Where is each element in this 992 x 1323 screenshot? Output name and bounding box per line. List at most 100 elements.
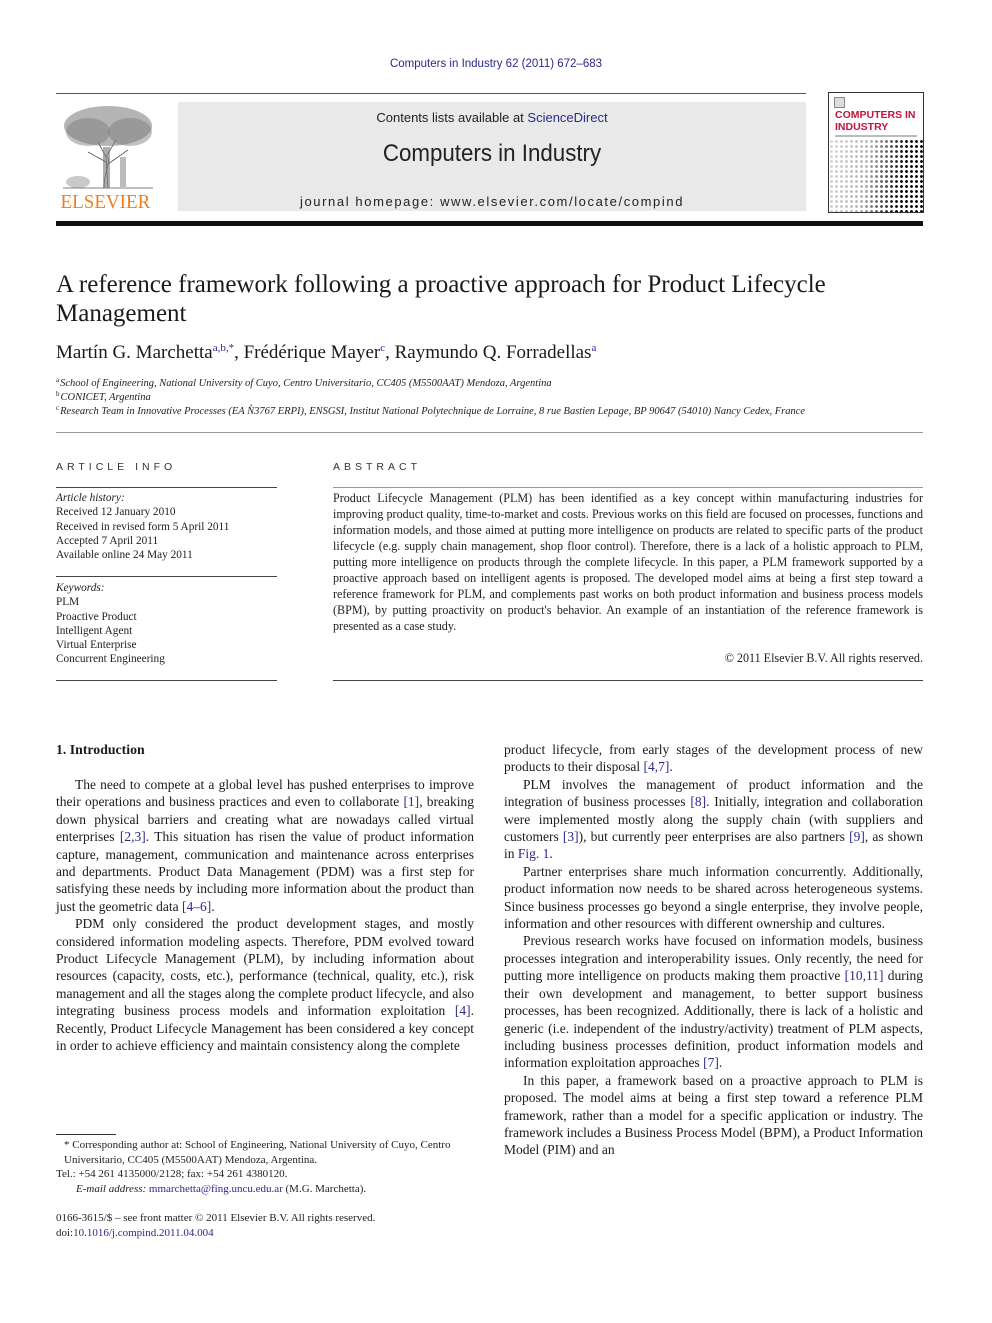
email-link[interactable]: mmarchetta@fing.uncu.edu.ar xyxy=(149,1183,283,1195)
keyword-item: Concurrent Engineering xyxy=(56,653,165,666)
article-history: Article history: Received 12 January 201… xyxy=(56,491,281,562)
journal-cover-thumbnail[interactable]: COMPUTERS IN INDUSTRY xyxy=(828,92,924,213)
citation-link[interactable]: Fig. 1 xyxy=(518,846,550,861)
front-matter-text: 0166-3615/$ – see front matter © 2011 El… xyxy=(56,1212,376,1224)
elsevier-logo[interactable]: ELSEVIER xyxy=(56,100,164,213)
article-title: A reference framework following a proact… xyxy=(56,271,826,327)
keyword-item: Virtual Enterprise xyxy=(56,639,137,652)
body-text: product lifecycle, from early stages of … xyxy=(504,742,923,775)
sciencedirect-link[interactable]: ScienceDirect xyxy=(527,110,607,125)
body-text: ), but currently peer enterprises are al… xyxy=(578,829,850,845)
citation-link[interactable]: [4] xyxy=(455,1003,471,1018)
contents-availability: Contents lists available at ScienceDirec… xyxy=(178,110,806,125)
author-list: Martín G. Marchettaa,b,*, Frédérique May… xyxy=(56,342,916,364)
cover-title-line1: COMPUTERS IN xyxy=(835,109,916,121)
body-text: . xyxy=(211,898,215,914)
affiliation: bCONICET, Argentina xyxy=(56,390,936,403)
journal-citation-link[interactable]: Computers in Industry 62 (2011) 672–683 xyxy=(0,58,992,70)
journal-homepage[interactable]: journal homepage: www.elsevier.com/locat… xyxy=(178,194,806,209)
cover-publisher-icon xyxy=(834,97,845,108)
body-paragraph: PDM only considered the product developm… xyxy=(56,915,474,1054)
keywords: Keywords: PLM Proactive Product Intellig… xyxy=(56,581,281,667)
front-matter: 0166-3615/$ – see front matter © 2011 El… xyxy=(56,1211,476,1241)
keyword-item: PLM xyxy=(56,596,80,609)
affiliation: aSchool of Engineering, National Univers… xyxy=(56,376,936,389)
doi-prefix: doi: xyxy=(56,1227,74,1239)
abstract-copyright: © 2011 Elsevier B.V. All rights reserved… xyxy=(724,651,923,665)
article-info-divider xyxy=(56,487,277,488)
citation-link[interactable]: [9] xyxy=(849,829,865,844)
affiliation-key: b xyxy=(56,390,60,398)
body-text: In this paper, a framework based on a pr… xyxy=(504,1072,923,1158)
journal-name: Computers in Industry xyxy=(382,140,602,167)
history-item: Available online 24 May 2011 xyxy=(56,549,193,562)
affiliation-key: a xyxy=(56,376,60,384)
history-item: Received in revised form 5 April 2011 xyxy=(56,520,230,533)
body-column-left: The need to compete at a global level ha… xyxy=(56,776,474,1055)
body-paragraph: Previous research works have focused on … xyxy=(504,932,923,1071)
body-paragraph: PLM involves the management of product i… xyxy=(504,776,923,863)
citation-link[interactable]: [2,3] xyxy=(120,829,146,844)
article-info-divider xyxy=(56,680,277,681)
email-suffix: (M.G. Marchetta). xyxy=(282,1182,367,1195)
body-paragraph: Partner enterprises share much informati… xyxy=(504,863,923,933)
body-column-right: product lifecycle, from early stages of … xyxy=(504,741,923,1159)
cover-title: COMPUTERS IN INDUSTRY xyxy=(835,109,916,133)
citation-link[interactable]: [1] xyxy=(403,794,419,809)
footnote-corresponding: * Corresponding author at: School of Eng… xyxy=(56,1138,476,1167)
body-text: . xyxy=(669,759,673,775)
affiliation-key: c xyxy=(56,404,60,412)
cover-title-line2: INDUSTRY xyxy=(835,121,889,133)
footnote-tel: Tel.: +54 261 4135000/2128; fax: +54 261… xyxy=(56,1168,288,1181)
body-text: Partner enterprises share much informati… xyxy=(504,863,923,932)
body-text: . xyxy=(718,1055,723,1071)
citation-link[interactable]: [4–6] xyxy=(182,899,211,914)
affiliation-text: CONICET, Argentina xyxy=(60,392,151,403)
elsevier-wordmark: ELSEVIER xyxy=(60,191,151,213)
email-label: E-mail address: xyxy=(76,1182,147,1195)
affiliation: cResearch Team in Innovative Processes (… xyxy=(56,404,936,417)
abstract-divider xyxy=(333,487,923,488)
citation-link[interactable]: [10,11] xyxy=(845,968,884,983)
doi-link[interactable]: 10.1016/j.compind.2011.04.004 xyxy=(73,1227,213,1239)
article-info-heading: ARTICLE INFO xyxy=(56,461,177,473)
author-name: Martín G. Marchetta xyxy=(56,342,213,363)
body-paragraph: product lifecycle, from early stages of … xyxy=(504,741,923,776)
cover-subtitle xyxy=(835,135,917,137)
section-heading-introduction: 1. Introduction xyxy=(56,742,145,757)
abstract-heading: ABSTRACT xyxy=(333,461,422,473)
history-item: Accepted 7 April 2011 xyxy=(56,534,159,547)
author-name: Frédérique Mayer xyxy=(243,342,381,363)
keyword-item: Proactive Product xyxy=(56,610,137,623)
affiliation-text: School of Engineering, National Universi… xyxy=(60,378,552,389)
body-paragraph: In this paper, a framework based on a pr… xyxy=(504,1072,923,1159)
cover-halftone-pattern xyxy=(829,139,923,212)
author-separator: , xyxy=(234,342,244,363)
history-label: Article history: xyxy=(56,492,125,504)
doi-line: doi:10.1016/j.compind.2011.04.004 xyxy=(56,1226,476,1241)
author-name: Raymundo Q. Forradellas xyxy=(394,342,592,363)
body-text: PDM only considered the product developm… xyxy=(56,916,474,1019)
elsevier-tree-icon xyxy=(58,102,158,190)
header-divider xyxy=(56,93,806,94)
journal-masthead: Contents lists available at ScienceDirec… xyxy=(178,102,806,211)
contents-prefix: Contents lists available at xyxy=(376,110,528,125)
citation-link[interactable]: [4,7] xyxy=(643,759,669,774)
footnote-corresponding-text: * Corresponding author at: School of Eng… xyxy=(64,1139,451,1166)
history-item: Received 12 January 2010 xyxy=(56,506,176,519)
masthead-divider xyxy=(56,221,923,226)
citation-link[interactable]: [3] xyxy=(563,829,579,844)
body-paragraph: The need to compete at a global level ha… xyxy=(56,776,474,915)
author-separator: , xyxy=(385,342,395,363)
citation-link[interactable]: [8] xyxy=(690,794,706,809)
abstract-text: Product Lifecycle Management (PLM) has b… xyxy=(333,491,923,633)
affiliations-divider xyxy=(56,432,923,433)
citation-link[interactable]: [7] xyxy=(703,1055,719,1070)
corresponding-author-footnote: * Corresponding author at: School of Eng… xyxy=(56,1138,476,1196)
affiliation-text: Research Team in Innovative Processes (E… xyxy=(60,406,806,417)
body-text: . xyxy=(549,846,553,862)
abstract-divider xyxy=(333,680,923,681)
article-info-divider xyxy=(56,576,277,577)
author-affiliation-marker[interactable]: a,b,* xyxy=(213,342,234,354)
author-affiliation-marker[interactable]: a xyxy=(591,342,596,354)
